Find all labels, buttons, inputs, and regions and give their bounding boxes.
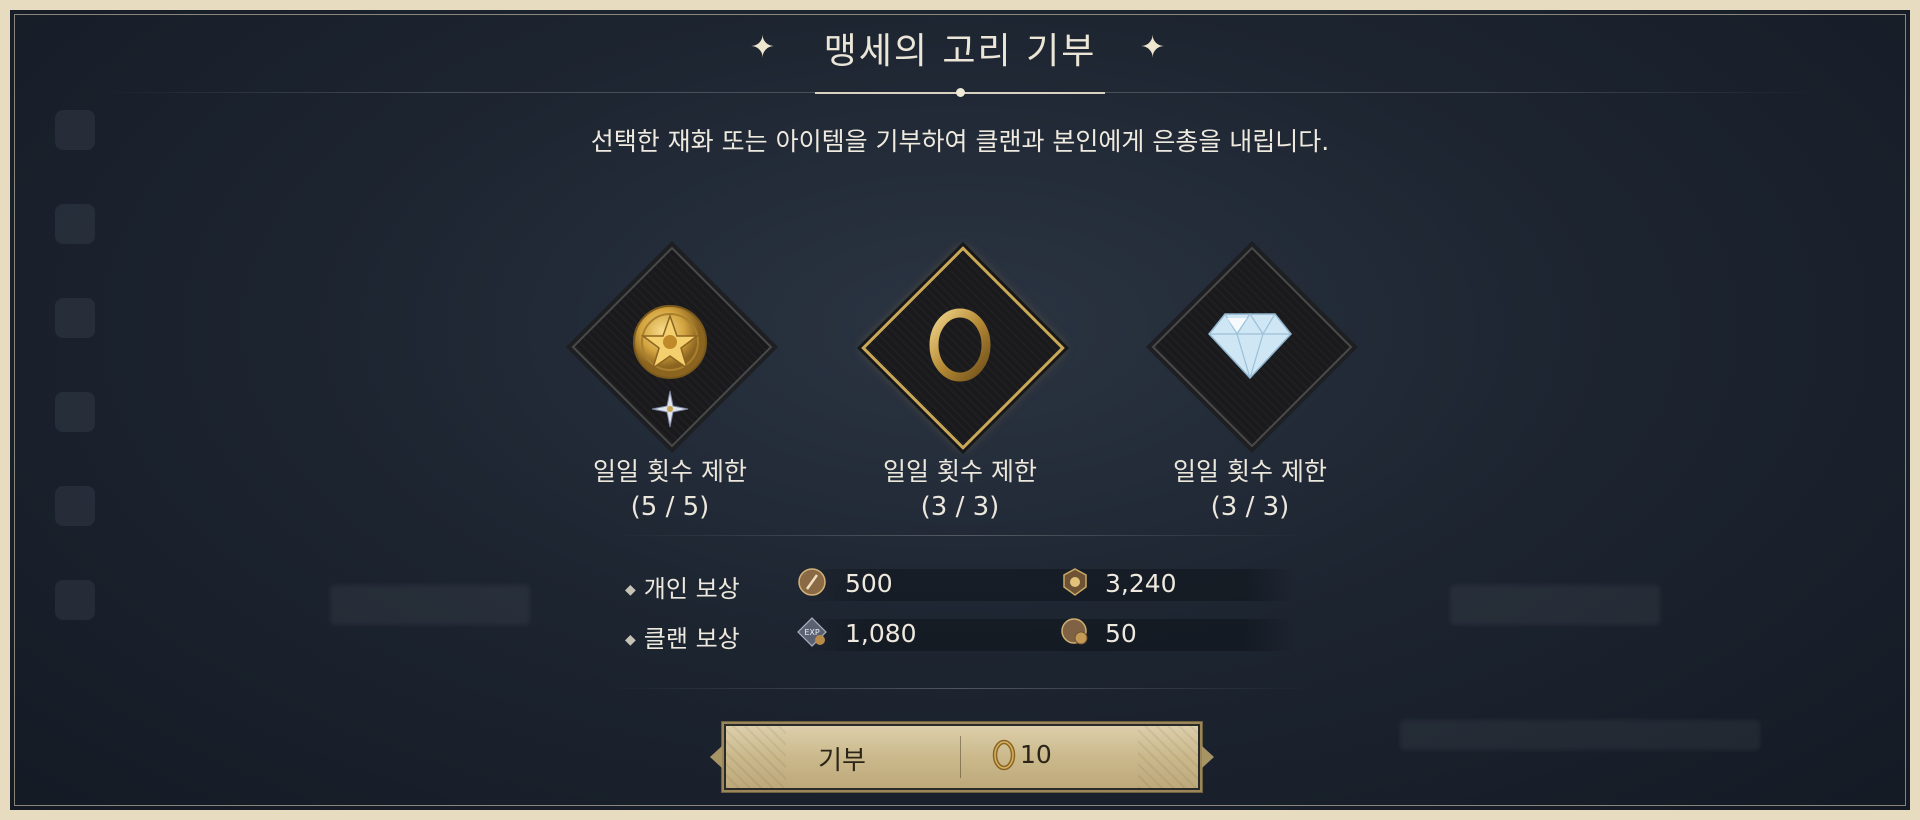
dialog-title: 맹세의 고리 기부 (823, 31, 1097, 72)
daily-limit-count: (5 / 5) (630, 492, 710, 522)
diamond-gem-icon (1208, 312, 1292, 380)
button-right-ornament (1202, 746, 1214, 768)
donate-button-label: 기부 (818, 746, 866, 776)
dialog-header: 맹세의 고리 기부 (0, 22, 1920, 74)
donation-item-diamond[interactable]: 일일 횟수 제한 (3 / 3) (1145, 240, 1355, 522)
diamond-bullet-icon: ◆ (625, 632, 636, 648)
daily-limit-label: 일일 횟수 제한 (1173, 457, 1327, 486)
background-blur-panel (1450, 585, 1660, 625)
donation-item-ring[interactable]: 일일 횟수 제한 (3 / 3) (855, 240, 1065, 522)
section-divider (610, 688, 1310, 689)
frame-corner-ornament (1880, 780, 1920, 820)
donate-button[interactable]: 기부 10 (710, 722, 1214, 792)
daily-limit-count: (3 / 3) (920, 492, 1000, 522)
personal-reward-label: ◆ 개인 보상 (625, 575, 740, 603)
background-blur-panel (1400, 720, 1760, 750)
compass-star-icon (651, 390, 689, 428)
ring-icon (992, 739, 1016, 771)
button-separator (960, 736, 961, 778)
clan-reward-row: ◆ 클랜 보상 EXP 1,080 50 (625, 615, 1295, 655)
daily-limit-label: 일일 횟수 제한 (593, 457, 747, 486)
diamond-bullet-icon: ◆ (625, 582, 636, 598)
reward-amount: 3,240 (1105, 569, 1177, 598)
sparkle-icon: ✦ (1140, 30, 1166, 65)
svg-text:EXP: EXP (804, 628, 820, 637)
title-underline-dot (956, 88, 965, 97)
reward-amount: 1,080 (845, 619, 917, 648)
exp-token-icon: EXP (797, 617, 827, 647)
daily-limit-count: (3 / 3) (1210, 492, 1290, 522)
feather-token-icon (798, 568, 826, 596)
reward-amount: 50 (1105, 619, 1137, 648)
reward-amount: 500 (845, 569, 893, 598)
donation-item-medallion[interactable]: 일일 횟수 제한 (5 / 5) (565, 240, 775, 522)
section-divider (610, 535, 1310, 536)
coin-token-icon (1061, 618, 1088, 645)
clan-reward-label: ◆ 클랜 보상 (625, 625, 740, 653)
frame-corner-ornament (0, 780, 40, 820)
daily-limit-label: 일일 횟수 제한 (883, 457, 1037, 486)
sparkle-icon: ✦ (750, 30, 776, 65)
background-sidebar (45, 110, 105, 674)
ring-icon (929, 308, 991, 382)
gold-star-medallion-icon (633, 305, 707, 379)
background-blur-panel (330, 585, 530, 625)
dialog-description: 선택한 재화 또는 아이템을 기부하여 클랜과 본인에게 은총을 내립니다. (590, 127, 1330, 156)
personal-reward-row: ◆ 개인 보상 500 3,240 (625, 565, 1295, 605)
button-left-ornament (710, 746, 722, 768)
donate-cost: 10 (1020, 740, 1052, 769)
medal-badge-icon (1063, 568, 1087, 596)
